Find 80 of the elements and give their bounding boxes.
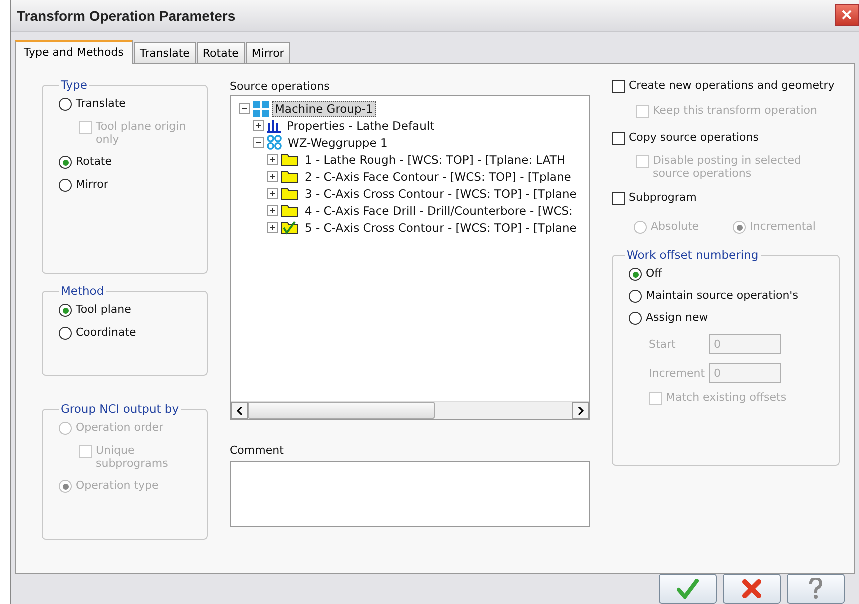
option-label: Maintain source operation's xyxy=(646,290,798,304)
radio-button[interactable] xyxy=(59,98,72,111)
expand-icon[interactable] xyxy=(267,188,278,199)
tree-item[interactable]: 1 - Lathe Rough - [WCS: TOP] - [Tplane: LATH xyxy=(302,152,569,168)
group-title: Work offset numbering xyxy=(626,248,760,262)
ok-button[interactable] xyxy=(659,574,717,604)
option-label: Coordinate xyxy=(76,327,136,340)
grid-icon xyxy=(253,100,269,116)
group-title: Group NCI output by xyxy=(60,402,180,416)
option-label: Tool plane xyxy=(76,304,132,317)
close-button[interactable] xyxy=(835,4,859,26)
window-title: Transform Operation Parameters xyxy=(17,8,236,24)
option-label: Rotate xyxy=(76,156,112,170)
field-label: Comment xyxy=(230,444,285,457)
radio-button[interactable] xyxy=(59,156,72,170)
radio-button[interactable] xyxy=(629,312,642,326)
option-label: Mirror xyxy=(76,179,108,192)
close-icon xyxy=(742,579,762,599)
tree-item[interactable]: 4 - C-Axis Face Drill - Drill/Counterbore - [WCS: xyxy=(302,202,576,218)
cancel-button[interactable] xyxy=(723,574,781,604)
group-title: Method xyxy=(60,284,106,298)
close-icon xyxy=(841,8,853,20)
folder-icon xyxy=(281,186,299,200)
expand-icon[interactable] xyxy=(253,120,264,131)
radio-button[interactable] xyxy=(59,304,72,317)
radio-button[interactable] xyxy=(59,327,72,340)
checkbox[interactable] xyxy=(612,80,625,93)
field-label: Source operations xyxy=(230,80,331,93)
field-label: Increment xyxy=(649,366,706,380)
scroll-right-icon[interactable] xyxy=(572,402,589,419)
option-label: Operation order xyxy=(76,422,164,435)
help-button[interactable] xyxy=(787,574,845,604)
help-icon xyxy=(808,578,824,600)
option-label: Translate xyxy=(76,98,126,111)
circles-icon xyxy=(267,135,282,150)
field-label: Start xyxy=(649,338,677,351)
checkbox[interactable] xyxy=(612,192,625,206)
tree-item[interactable]: 3 - C-Axis Cross Contour - [WCS: TOP] - [Tplane xyxy=(302,186,580,202)
expand-icon[interactable] xyxy=(267,222,278,233)
tree-item[interactable]: Machine Group-1 xyxy=(272,100,376,116)
option-label: Operation type xyxy=(76,480,159,494)
radio-button[interactable] xyxy=(629,268,642,282)
folder-icon xyxy=(281,204,299,218)
expand-icon[interactable] xyxy=(267,171,278,182)
option-label: Copy source operations xyxy=(629,132,759,145)
checkbox[interactable] xyxy=(612,132,625,145)
expand-icon[interactable] xyxy=(267,154,278,165)
tree-item[interactable]: Properties - Lathe Default xyxy=(284,118,438,134)
tree-item[interactable]: 5 - C-Axis Cross Contour - [WCS: TOP] - [Tplane xyxy=(302,220,580,236)
checkmark-icon xyxy=(677,579,699,599)
folder-icon xyxy=(281,170,299,184)
tab[interactable]: Type and Methods xyxy=(15,40,133,64)
folder-icon xyxy=(281,152,299,166)
option-label: Tool plane origin only xyxy=(96,121,188,146)
radio-button[interactable] xyxy=(59,179,72,192)
option-label: Absolute xyxy=(651,221,700,234)
tree-item[interactable]: 2 - C-Axis Face Contour - [WCS: TOP] - [Tplane xyxy=(302,168,574,184)
group-title: Type xyxy=(60,78,88,92)
option-label: Off xyxy=(646,268,662,282)
collapse-icon[interactable] xyxy=(239,103,250,114)
option-label: Create new operations and geometry xyxy=(629,80,835,93)
expand-icon[interactable] xyxy=(267,205,278,216)
tree-item[interactable]: WZ-Weggruppe 1 xyxy=(285,134,391,150)
option-label: Unique subprograms xyxy=(96,445,170,470)
option-label: Incremental xyxy=(750,221,816,234)
option-label: Disable posting in selected source operations xyxy=(653,155,803,180)
option-label: Match existing offsets xyxy=(666,392,787,406)
radio-button[interactable] xyxy=(629,290,642,304)
option-label: Keep this transform operation xyxy=(653,105,818,118)
scroll-left-icon[interactable] xyxy=(231,402,248,419)
option-label: Assign new xyxy=(646,312,708,326)
scrollbar[interactable] xyxy=(231,401,589,419)
comment-field[interactable] xyxy=(230,461,590,527)
checked-folder-icon xyxy=(281,220,299,234)
tab[interactable]: Translate xyxy=(134,42,196,64)
tab[interactable]: Rotate xyxy=(196,42,245,64)
collapse-icon[interactable] xyxy=(253,137,264,148)
tab[interactable]: Mirror xyxy=(246,42,290,64)
bars-icon xyxy=(267,118,281,132)
option-label: Subprogram xyxy=(629,192,697,206)
